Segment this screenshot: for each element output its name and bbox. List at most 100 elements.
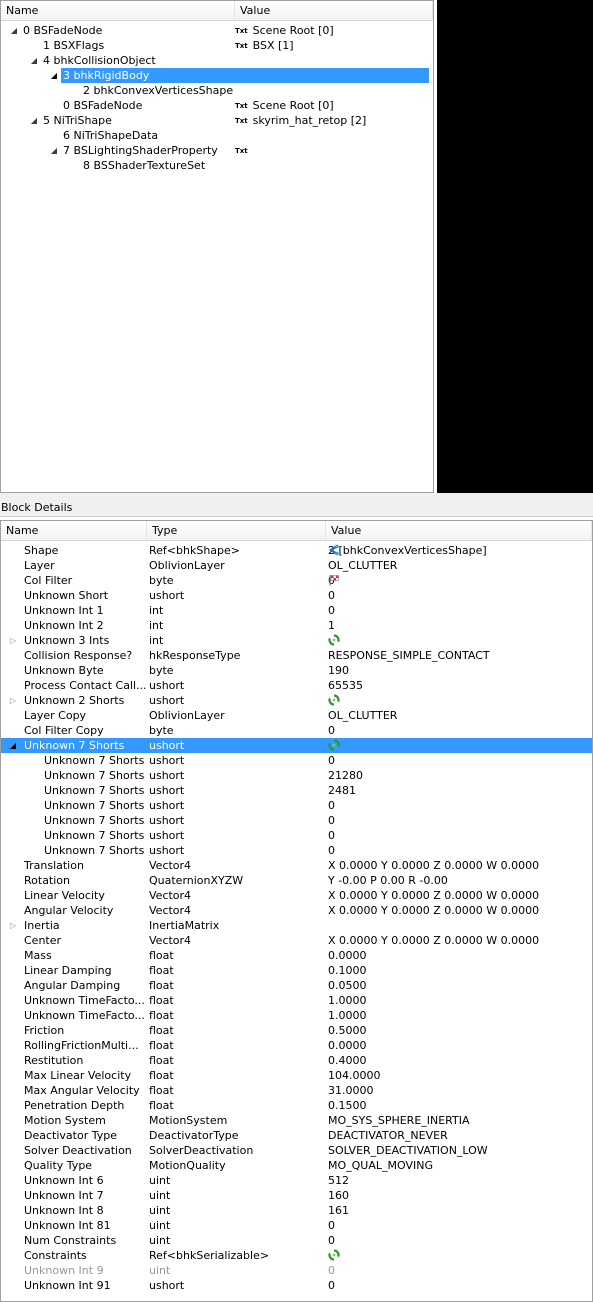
details-row[interactable]: Unknown TimeFacto... float 1.0000 xyxy=(1,1008,592,1023)
column-header-value[interactable]: Value xyxy=(235,1,433,21)
details-row[interactable]: Max Linear Velocity float 104.0000 xyxy=(1,1068,592,1083)
expand-arrow-icon[interactable]: ▷ xyxy=(8,693,18,708)
details-row[interactable]: Rotation QuaternionXYZW Y -0.00 P 0.00 R -… xyxy=(1,873,592,888)
details-row[interactable]: Linear Velocity Vector4 X 0.0000 Y 0.0000 … xyxy=(1,888,592,903)
details-row[interactable]: Unknown 7 Shorts ushort 0 xyxy=(1,828,592,843)
details-row[interactable]: Unknown 7 Shorts ushort 21280 xyxy=(1,768,592,783)
expand-arrow-icon[interactable]: ◢ xyxy=(29,113,39,128)
details-row[interactable]: Unknown TimeFacto... float 1.0000 xyxy=(1,993,592,1008)
details-row[interactable]: Shape Ref<bhkShape> 2 [bhkConvexVerticesSh… xyxy=(1,543,592,558)
details-row[interactable]: Unknown Int 81 uint 0 xyxy=(1,1218,592,1233)
details-row[interactable]: ◢ Unknown 7 Shorts ushort xyxy=(1,738,592,753)
expand-arrow-icon[interactable]: ◢ xyxy=(49,68,59,83)
tree-row[interactable]: ◢ 7 BSLightingShaderProperty Txt xyxy=(1,143,433,158)
details-row[interactable]: Unknown Int 91 ushort 0 xyxy=(1,1278,592,1293)
details-row-name: Collision Response? xyxy=(24,649,133,662)
details-row[interactable]: Layer OblivionLayer OL_CLUTTER xyxy=(1,558,592,573)
details-row[interactable]: Process Contact Call... ushort 65535 xyxy=(1,678,592,693)
details-row[interactable]: Solver Deactivation SolverDeactivation SOL… xyxy=(1,1143,592,1158)
details-row[interactable]: Mass float 0.0000 xyxy=(1,948,592,963)
expand-arrow-icon[interactable]: ◢ xyxy=(29,53,39,68)
details-row[interactable]: Num Constraints uint 0 xyxy=(1,1233,592,1248)
details-row[interactable]: Unknown Int 2 int 1 xyxy=(1,618,592,633)
block-details-header: Name Type Value xyxy=(1,521,592,541)
details-row[interactable]: Collision Response? hkResponseType RESPONS… xyxy=(1,648,592,663)
details-row[interactable]: ▷ Inertia InertiaMatrix xyxy=(1,918,592,933)
details-row[interactable]: RollingFrictionMulti... float 0.0000 xyxy=(1,1038,592,1053)
details-row[interactable]: Layer Copy OblivionLayer OL_CLUTTER xyxy=(1,708,592,723)
details-row-value: 0.5000 xyxy=(328,1023,367,1038)
tree-row-label: 4 bhkCollisionObject xyxy=(43,54,156,67)
column-header-value[interactable]: Value xyxy=(326,521,592,541)
details-row[interactable]: Constraints Ref<bhkSerializable> xyxy=(1,1248,592,1263)
details-row[interactable]: ▷ Unknown 3 Ints int xyxy=(1,633,592,648)
details-row-name: Unknown Int 8 xyxy=(24,1204,104,1217)
expand-arrow-icon[interactable]: ◢ xyxy=(8,738,18,753)
details-row[interactable]: Penetration Depth float 0.1500 xyxy=(1,1098,592,1113)
details-row[interactable]: Quality Type MotionQuality MO_QUAL_MOVING xyxy=(1,1158,592,1173)
details-row-name: Unknown TimeFacto... xyxy=(24,1009,145,1022)
details-row[interactable]: Unknown Short ushort 0 xyxy=(1,588,592,603)
details-row-type: Ref<bhkSerializable> xyxy=(149,1249,270,1262)
tree-row[interactable]: ◢ 0 BSFadeNode Txt Scene Root [0] xyxy=(1,23,433,38)
details-row-type: uint xyxy=(149,1174,171,1187)
column-header-name[interactable]: Name xyxy=(1,1,235,21)
details-row[interactable]: Unknown Int 8 uint 161 xyxy=(1,1203,592,1218)
details-row[interactable]: Restitution float 0.4000 xyxy=(1,1053,592,1068)
details-row[interactable]: Friction float 0.5000 xyxy=(1,1023,592,1038)
tree-row[interactable]: ◢ 5 NiTriShape Txt skyrim_hat_retop [2] xyxy=(1,113,433,128)
details-row[interactable]: Angular Damping float 0.0500 xyxy=(1,978,592,993)
details-row[interactable]: Unknown Int 7 uint 160 xyxy=(1,1188,592,1203)
details-row[interactable]: Unknown Int 6 uint 512 xyxy=(1,1173,592,1188)
details-row[interactable]: Angular Velocity Vector4 X 0.0000 Y 0.0000… xyxy=(1,903,592,918)
details-row[interactable]: Unknown 7 Shorts ushort 2481 xyxy=(1,783,592,798)
details-row-type: int xyxy=(149,619,164,632)
details-row[interactable]: Center Vector4 X 0.0000 Y 0.0000 Z 0.0000 … xyxy=(1,933,592,948)
details-row-value: Y -0.00 P 0.00 R -0.00 xyxy=(328,873,448,888)
details-row-name: Quality Type xyxy=(24,1159,93,1172)
tree-row[interactable]: ◢ 3 bhkRigidBody xyxy=(1,68,433,83)
details-row[interactable]: Motion System MotionSystem MO_SYS_SPHERE_I… xyxy=(1,1113,592,1128)
details-row-value: MO_QUAL_MOVING xyxy=(328,1158,433,1173)
details-row-value-text: 0.5000 xyxy=(328,1024,367,1037)
array-icon xyxy=(328,1248,343,1263)
column-header-name[interactable]: Name xyxy=(1,521,147,541)
details-row-value-text: 1.0000 xyxy=(328,994,367,1007)
expand-arrow-icon[interactable]: ▷ xyxy=(8,633,18,648)
details-row-value-text: 21280 xyxy=(328,769,363,782)
details-row[interactable]: Unknown 7 Shorts ushort 0 xyxy=(1,813,592,828)
details-row-type: DeactivatorType xyxy=(149,1129,239,1142)
details-row[interactable]: Unknown Int 9 uint 0 xyxy=(1,1263,592,1278)
details-row-value: 0 xyxy=(328,603,335,618)
details-row[interactable]: Unknown Byte byte 190 xyxy=(1,663,592,678)
tree-row[interactable]: 1 BSXFlags Txt BSX [1] xyxy=(1,38,433,53)
expand-arrow-icon[interactable]: ▷ xyxy=(8,918,18,933)
details-row[interactable]: Max Angular Velocity float 31.0000 xyxy=(1,1083,592,1098)
details-row-name: Inertia xyxy=(24,919,60,932)
details-row[interactable]: Col Filter byte 0 xyxy=(1,573,592,588)
tree-row[interactable]: 6 NiTriShapeData xyxy=(1,128,433,143)
expand-arrow-icon[interactable]: ◢ xyxy=(49,143,59,158)
details-row-type: ushort xyxy=(149,679,185,692)
details-row[interactable]: Unknown 7 Shorts ushort 0 xyxy=(1,798,592,813)
render-viewport[interactable] xyxy=(437,0,593,493)
details-row[interactable]: Col Filter Copy byte 0 xyxy=(1,723,592,738)
details-row-name: Layer Copy xyxy=(24,709,87,722)
tree-row-label: 6 NiTriShapeData xyxy=(63,129,159,142)
tree-row[interactable]: 2 bhkConvexVerticesShape xyxy=(1,83,433,98)
details-row[interactable]: Unknown Int 1 int 0 xyxy=(1,603,592,618)
column-header-type[interactable]: Type xyxy=(147,521,326,541)
details-row[interactable]: Deactivator Type DeactivatorType DEACTIVAT… xyxy=(1,1128,592,1143)
details-row[interactable]: Unknown 7 Shorts ushort 0 xyxy=(1,843,592,858)
details-row[interactable]: Unknown 7 Shorts ushort 0 xyxy=(1,753,592,768)
details-row[interactable]: Linear Damping float 0.1000 xyxy=(1,963,592,978)
tree-row[interactable]: 8 BSShaderTextureSet xyxy=(1,158,433,173)
tree-row-value: Txt skyrim_hat_retop [2] xyxy=(235,113,366,129)
tree-row[interactable]: 0 BSFadeNode Txt Scene Root [0] xyxy=(1,98,433,113)
tree-row[interactable]: ◢ 4 bhkCollisionObject xyxy=(1,53,433,68)
details-row[interactable]: ▷ Unknown 2 Shorts ushort xyxy=(1,693,592,708)
details-row-value: 0.0500 xyxy=(328,978,367,993)
expand-arrow-icon[interactable]: ◢ xyxy=(9,23,19,38)
details-row[interactable]: Translation Vector4 X 0.0000 Y 0.0000 Z 0.… xyxy=(1,858,592,873)
details-row-name: Max Angular Velocity xyxy=(24,1084,140,1097)
